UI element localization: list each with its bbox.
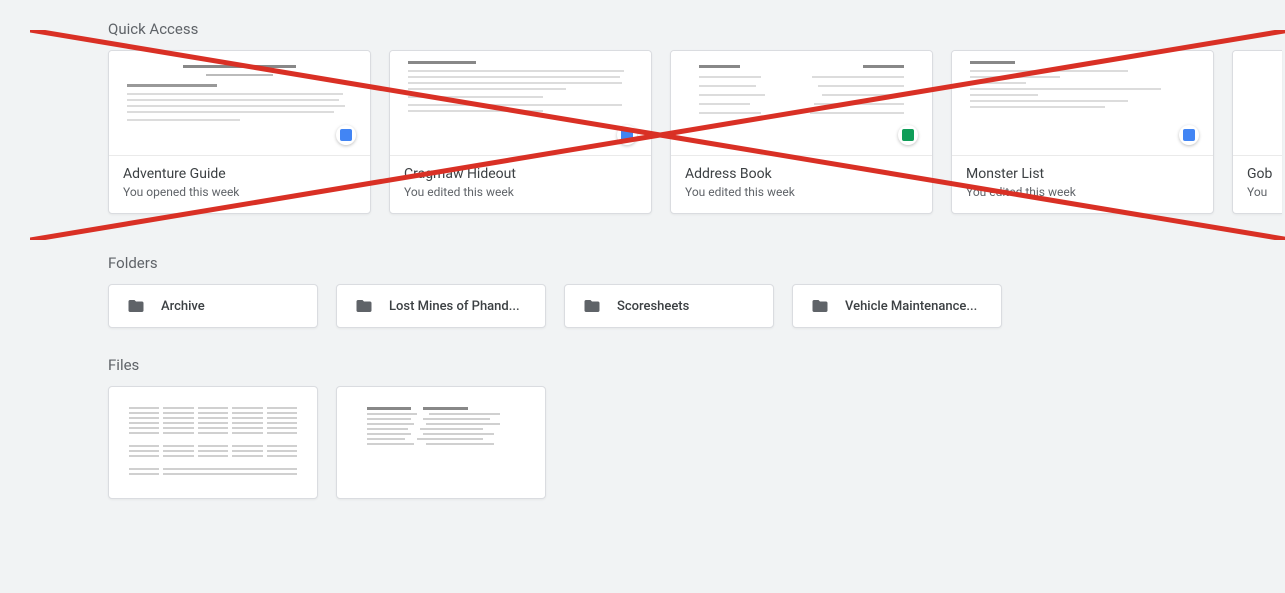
card-title: Cragmaw Hideout: [404, 166, 637, 182]
card-title: Adventure Guide: [123, 166, 356, 182]
section-heading-files: Files: [108, 356, 1285, 374]
folder-card[interactable]: Lost Mines of Phand...: [336, 284, 546, 328]
quick-access-card[interactable]: Gob You: [1232, 50, 1282, 214]
card-title: Gob: [1247, 166, 1268, 182]
file-preview: [353, 401, 529, 454]
file-preview: [125, 401, 301, 484]
docs-icon: [617, 125, 637, 145]
folders-row: Archive Lost Mines of Phand... Scoreshee…: [108, 284, 1285, 328]
folder-card[interactable]: Vehicle Maintenance...: [792, 284, 1002, 328]
section-heading-folders: Folders: [108, 254, 1285, 272]
folder-icon: [581, 297, 603, 315]
files-row: [108, 386, 1285, 499]
folder-label: Vehicle Maintenance...: [845, 299, 977, 314]
card-title: Monster List: [966, 166, 1199, 182]
document-preview: [109, 51, 370, 156]
file-card[interactable]: [108, 386, 318, 499]
card-subtitle: You edited this week: [404, 185, 637, 199]
section-heading-quick-access: Quick Access: [108, 20, 1285, 38]
folder-icon: [353, 297, 375, 315]
folder-card[interactable]: Scoresheets: [564, 284, 774, 328]
document-preview: [671, 51, 932, 156]
quick-access-card[interactable]: Address Book You edited this week: [670, 50, 933, 214]
quick-access-card[interactable]: Adventure Guide You opened this week: [108, 50, 371, 214]
docs-icon: [336, 125, 356, 145]
document-preview: [390, 51, 651, 156]
folder-icon: [125, 297, 147, 315]
card-subtitle: You edited this week: [685, 185, 918, 199]
quick-access-card[interactable]: Cragmaw Hideout You edited this week: [389, 50, 652, 214]
sheets-icon: [898, 125, 918, 145]
folder-label: Archive: [161, 299, 205, 314]
folder-label: Scoresheets: [617, 299, 689, 314]
card-title: Address Book: [685, 166, 918, 182]
card-subtitle: You: [1247, 185, 1268, 199]
file-card[interactable]: [336, 386, 546, 499]
folder-label: Lost Mines of Phand...: [389, 299, 520, 314]
folder-icon: [809, 297, 831, 315]
quick-access-card[interactable]: Monster List You edited this week: [951, 50, 1214, 214]
card-subtitle: You opened this week: [123, 185, 356, 199]
document-preview: [1233, 51, 1282, 156]
card-subtitle: You edited this week: [966, 185, 1199, 199]
folder-card[interactable]: Archive: [108, 284, 318, 328]
document-preview: [952, 51, 1213, 156]
quick-access-row: Adventure Guide You opened this week Cra…: [108, 50, 1285, 214]
docs-icon: [1179, 125, 1199, 145]
